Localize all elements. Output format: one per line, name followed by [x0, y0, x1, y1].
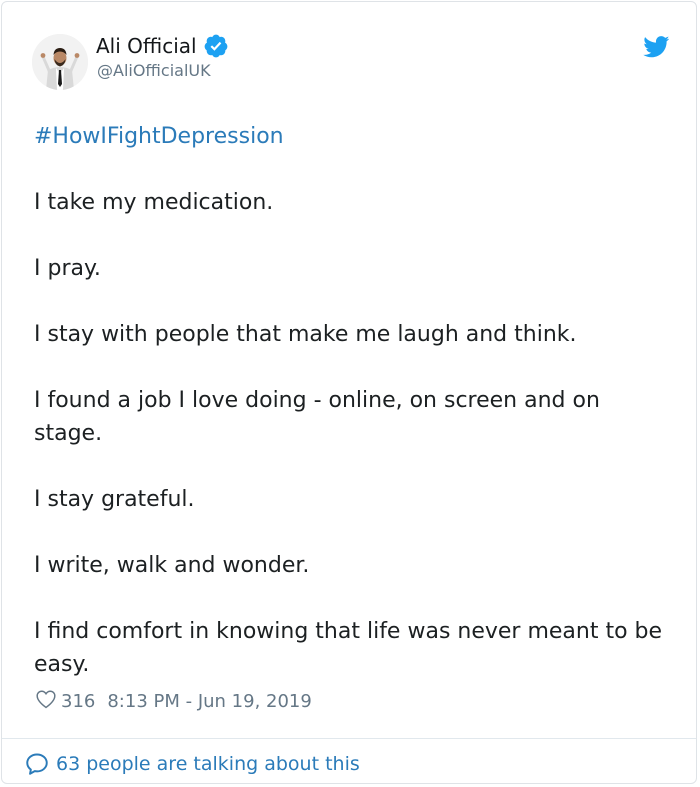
author-name[interactable]: Ali Official [96, 33, 197, 59]
talking-about-text[interactable]: 63 people are talking about this [56, 753, 360, 775]
avatar[interactable] [32, 34, 88, 90]
speech-bubble-icon [26, 753, 48, 775]
tweet-paragraph: I found a job I love doing - online, on … [34, 388, 600, 446]
verified-badge-icon [203, 33, 229, 59]
tweet-paragraph: I pray. [34, 256, 101, 281]
tweet-paragraph: I stay grateful. [34, 487, 195, 512]
person-avatar-icon [32, 34, 88, 90]
tweet-text: #HowIFightDepression I take my medicatio… [34, 120, 674, 681]
divider [2, 738, 696, 739]
tweet-timestamp[interactable]: 8:13 PM - Jun 19, 2019 [107, 691, 311, 712]
tweet-paragraph: I take my medication. [34, 190, 274, 215]
tweet-paragraph: I find comfort in knowing that life was … [34, 619, 663, 677]
author-handle[interactable]: @AliOfficialUK [97, 61, 211, 81]
author-name-row[interactable]: Ali Official [96, 33, 229, 59]
heart-icon[interactable] [35, 688, 61, 715]
tweet-meta: 316 8:13 PM - Jun 19, 2019 [35, 688, 312, 714]
hashtag-link[interactable]: #HowIFightDepression [34, 120, 674, 153]
tweet-paragraph: I write, walk and wonder. [34, 553, 310, 578]
talking-about-link[interactable]: 63 people are talking about this [24, 750, 360, 778]
tweet-card: Ali Official @AliOfficialUK #HowIFightDe… [1, 1, 697, 784]
tweet-paragraph: I stay with people that make me laugh an… [34, 322, 577, 347]
like-count[interactable]: 316 [61, 691, 95, 712]
twitter-bird-icon[interactable] [643, 36, 670, 58]
